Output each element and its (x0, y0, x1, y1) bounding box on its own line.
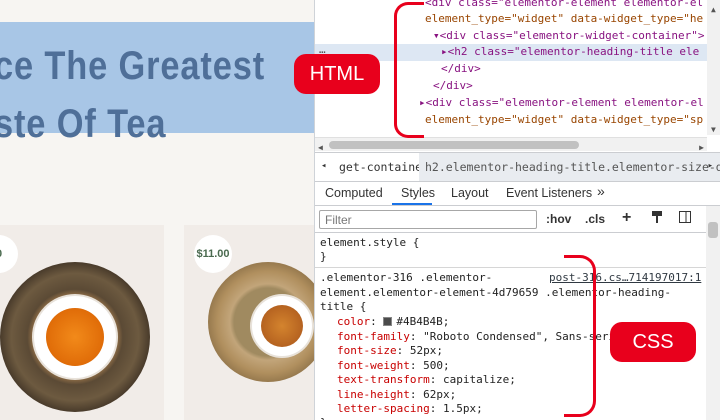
css-property-text-transform[interactable]: text-transform: capitalize; (337, 373, 516, 388)
dom-line[interactable]: </div> (441, 61, 481, 78)
amber-tea-image (261, 305, 303, 347)
dom-line[interactable]: element_type="widget" data-widget_type="… (425, 11, 703, 28)
hero-heading-highlight: ce The Greatest ste Of Tea (0, 22, 314, 146)
css-property-font-size[interactable]: font-size: 52px; (337, 344, 443, 359)
breadcrumb-item[interactable]: get-container (339, 160, 429, 174)
scrollbar-thumb[interactable] (708, 222, 718, 238)
css-annotation-bracket (564, 255, 596, 417)
scroll-up-icon[interactable]: ▲ (711, 2, 716, 19)
rule-close-brace: } (320, 416, 327, 420)
css-property-letter-spacing[interactable]: letter-spacing: 1.5px; (337, 402, 483, 417)
hero-heading-line-2: ste Of Tea (0, 102, 167, 146)
css-annotation-badge: CSS (610, 322, 696, 362)
orange-tea-image (46, 308, 104, 366)
price-badge: $11.00 (194, 235, 232, 273)
rule-selector[interactable]: .elementor-316 .elementor- (320, 271, 492, 286)
dom-line[interactable]: ▸<div class="elementor-element elementor… (419, 95, 704, 112)
tab-styles[interactable]: Styles (401, 186, 435, 200)
scroll-down-icon[interactable]: ▼ (711, 122, 716, 139)
hover-state-button[interactable]: :hov (546, 212, 571, 226)
toggle-sidebar-icon[interactable] (677, 210, 693, 226)
scrollbar-thumb[interactable] (329, 141, 579, 149)
rule-divider (315, 267, 707, 268)
element-style-rule[interactable]: element.style { (320, 236, 419, 251)
class-toggle-button[interactable]: .cls (585, 212, 605, 226)
color-swatch[interactable] (383, 317, 393, 326)
tab-event-listeners[interactable]: Event Listeners (506, 186, 592, 200)
elements-horizontal-scrollbar[interactable]: ◀ ▶ (315, 137, 707, 152)
more-tabs-icon[interactable]: » (597, 183, 605, 199)
rule-close-brace: } (320, 250, 327, 263)
breadcrumb: ◂ get-container h2.elementor-heading-tit… (315, 152, 720, 182)
breadcrumb-item-selected[interactable]: h2.elementor-heading-title.elementor-siz… (419, 153, 720, 181)
html-annotation-badge: HTML (294, 54, 380, 94)
tab-layout[interactable]: Layout (451, 186, 489, 200)
styles-scrollbar[interactable] (706, 206, 720, 420)
css-property-color[interactable]: color: #4B4B4B; (337, 315, 449, 330)
css-property-line-height[interactable]: line-height: 62px; (337, 388, 456, 403)
breadcrumb-left-arrow-icon[interactable]: ◂ (321, 161, 326, 171)
rule-selector[interactable]: element.elementor-element-4d79659 .eleme… (320, 286, 671, 301)
filter-input[interactable]: Filter (319, 210, 537, 229)
tab-computed[interactable]: Computed (325, 186, 383, 200)
breadcrumb-right-arrow-icon[interactable]: ▸ (708, 161, 713, 171)
elements-vertical-scrollbar[interactable]: ▲ ▼ (707, 0, 720, 135)
website-preview: ce The Greatest ste Of Tea 0 $11.00 (0, 0, 314, 420)
dom-line[interactable]: ▾<div class="elementor-widget-container"… (433, 28, 705, 45)
dom-line[interactable]: </div> (433, 78, 473, 95)
css-property-font-weight[interactable]: font-weight: 500; (337, 359, 450, 374)
new-style-rule-icon[interactable]: + (622, 209, 631, 227)
dom-line[interactable]: element_type="widget" data-widget_type="… (425, 112, 703, 129)
rule-selector[interactable]: title { (320, 300, 366, 315)
paint-brush-icon[interactable] (649, 210, 665, 226)
sidebar-tabs: Computed Styles Layout Event Listeners » (315, 182, 720, 206)
styles-toolbar: Filter :hov .cls + (315, 206, 720, 233)
dom-line[interactable]: <div class="elementor-element elementor-… (425, 0, 703, 12)
html-annotation-bracket (394, 2, 424, 138)
active-tab-indicator (392, 203, 432, 205)
hero-heading-line-1: ce The Greatest (0, 44, 266, 88)
